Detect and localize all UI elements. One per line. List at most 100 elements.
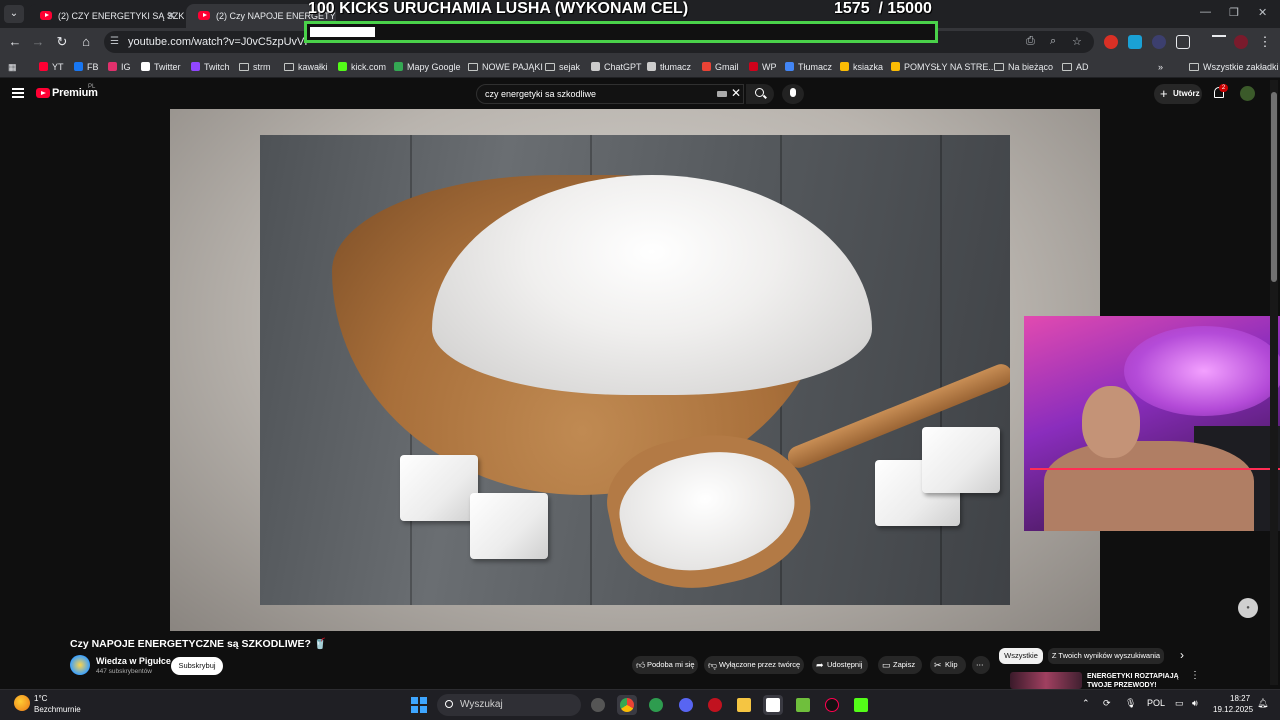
channel-avatar[interactable]	[70, 655, 90, 675]
bookmark-chatgpt[interactable]: ChatGPT	[591, 60, 642, 74]
chip-from-search[interactable]: Z Twoich wyników wyszukiwania	[1048, 648, 1164, 664]
bookmark-gmail[interactable]: Gmail	[702, 60, 739, 74]
search-input[interactable]: czy energetyki sa szkodliwe ✕	[476, 84, 744, 104]
network-icon[interactable]: ▭	[1175, 698, 1184, 709]
menu-dots-icon[interactable]: ⋮	[1256, 33, 1274, 51]
like-button[interactable]: 👍︎ Podoba mi się	[632, 656, 698, 674]
scrollbar-thumb[interactable]	[1271, 92, 1277, 282]
chip-all[interactable]: Wszystkie	[999, 648, 1043, 664]
taskbar-app-stack[interactable]	[793, 695, 813, 715]
bookmark-fb[interactable]: FB	[74, 60, 99, 74]
taskbar-app-copilot[interactable]	[588, 695, 608, 715]
clip-button[interactable]: ✂ Klip	[930, 656, 966, 674]
search-button[interactable]	[746, 84, 774, 104]
taskbar-app-discord[interactable]	[676, 695, 696, 715]
bookmark-ad[interactable]: AD	[1062, 60, 1089, 74]
bookmark-yt[interactable]: YT	[39, 60, 64, 74]
channel-name[interactable]: Wiedza w Pigułce	[96, 656, 171, 666]
weather-description: Bezchmurnie	[34, 705, 81, 714]
taskbar-app-chrome[interactable]	[617, 695, 637, 715]
webcam-overlay	[1024, 316, 1280, 531]
media-control-icon[interactable]	[1212, 35, 1226, 49]
microphone-tray-icon[interactable]: 🎙︎	[1125, 698, 1136, 709]
page-scrollbar[interactable]	[1270, 80, 1278, 685]
taskbar-app-explorer[interactable]	[734, 695, 754, 715]
youtube-logo-icon[interactable]	[36, 88, 50, 98]
account-avatar[interactable]	[1240, 86, 1255, 101]
sugar-cube	[922, 427, 1000, 493]
kick-icon	[338, 62, 347, 71]
recommended-menu-icon[interactable]: ⋮	[1190, 670, 1200, 681]
tab-energetyki[interactable]: (2) CZY ENERGETYKI SĄ SZKODL ✕	[28, 4, 184, 28]
maximize-icon[interactable]: ❐	[1229, 6, 1239, 19]
extension-translate-icon[interactable]	[1128, 35, 1142, 49]
close-icon[interactable]: ✕	[167, 4, 176, 28]
clock-date[interactable]: 19.12.2025	[1213, 705, 1253, 714]
recommended-thumbnail[interactable]	[1010, 672, 1082, 689]
clear-search-icon[interactable]: ✕	[731, 86, 741, 100]
bookmark-tlumacz-2[interactable]: Tłumacz	[785, 60, 832, 74]
taskbar-search[interactable]: Wyszukaj	[437, 694, 581, 716]
site-settings-icon[interactable]: ☰	[110, 36, 122, 48]
video-player[interactable]: ●	[0, 109, 1280, 631]
video-frame-sugar-bowl	[260, 135, 1010, 605]
bookmark-ig[interactable]: IG	[108, 60, 131, 74]
bookmark-kick[interactable]: kick.com	[338, 60, 386, 74]
bookmark-pomysly[interactable]: POMYSŁY NA STRE...	[891, 60, 996, 74]
dislike-button[interactable]: 👎︎ Wyłączone przez twórcę	[704, 656, 804, 674]
minimize-icon[interactable]: —	[1200, 6, 1211, 18]
tray-chevron-icon[interactable]: ⌃	[1082, 698, 1090, 709]
subscribe-button[interactable]: Subskrybuj	[171, 657, 223, 675]
reload-icon[interactable]: ↻	[53, 33, 71, 51]
bookmark-twitch[interactable]: Twitch	[191, 60, 230, 74]
bookmark-strm[interactable]: strm	[239, 60, 271, 74]
keyboard-icon[interactable]	[717, 91, 727, 97]
player-overlay-button[interactable]: ●	[1238, 598, 1258, 618]
install-icon[interactable]: ⎙	[1026, 35, 1035, 48]
notification-center-icon[interactable]: 🔔︎	[1257, 698, 1268, 709]
recommended-title[interactable]: ENERGETYKI ROZTAPIAJĄ TWOJE PRZEWODY!	[1087, 672, 1187, 690]
taskbar-app-shield[interactable]	[646, 695, 666, 715]
webcam-background	[1124, 326, 1280, 416]
tab-search-button[interactable]: ⌄	[4, 5, 24, 23]
bookmark-star-icon[interactable]: ☆	[1072, 35, 1082, 48]
all-bookmarks[interactable]: Wszystkie zakładki	[1189, 60, 1279, 74]
clock-time[interactable]: 18:27	[1230, 694, 1250, 703]
bookmark-sejak[interactable]: sejak	[545, 60, 580, 74]
taskbar-app-obs[interactable]	[763, 695, 783, 715]
hamburger-menu-icon[interactable]	[12, 88, 24, 98]
bookmark-kawalki[interactable]: kawałki	[284, 60, 328, 74]
taskbar-app-opera[interactable]	[705, 695, 725, 715]
bookmark-tlumacz-1[interactable]: tłumacz	[647, 60, 691, 74]
bookmark-maps[interactable]: Mapy Google	[394, 60, 461, 74]
taskbar-app-tiktok[interactable]	[822, 695, 842, 715]
voice-search-button[interactable]	[782, 84, 804, 104]
more-bookmarks-icon[interactable]: »	[1158, 60, 1163, 74]
volume-icon[interactable]: 🔊︎	[1192, 698, 1198, 709]
tray-app-icon[interactable]: ⟳	[1103, 698, 1111, 709]
weather-icon[interactable]	[14, 695, 30, 711]
forward-icon[interactable]: →	[29, 33, 47, 51]
save-button[interactable]: ▭ Zapisz	[878, 656, 922, 674]
profile-avatar[interactable]	[1234, 35, 1248, 49]
zoom-icon[interactable]: ⌕	[1050, 35, 1056, 48]
create-button[interactable]: + Utwórz	[1154, 84, 1202, 104]
bookmark-nowe-pajaki[interactable]: NOWE PAJĄKI	[468, 60, 543, 74]
taskbar-app-kick[interactable]	[851, 695, 871, 715]
bookmark-twitter[interactable]: Twitter	[141, 60, 181, 74]
extension-icon[interactable]	[1152, 35, 1166, 49]
apps-grid-icon[interactable]: ▦	[8, 60, 17, 74]
home-icon[interactable]: ⌂	[77, 33, 95, 51]
window-close-icon[interactable]: ✕	[1258, 6, 1267, 19]
language-indicator[interactable]: POL	[1147, 698, 1165, 708]
bookmark-na-biezaco[interactable]: Na bieżąco	[994, 60, 1053, 74]
more-actions-button[interactable]: ⋯	[972, 656, 990, 674]
chevron-right-icon[interactable]: ›	[1180, 648, 1184, 662]
extensions-puzzle-icon[interactable]	[1176, 35, 1190, 49]
bookmark-wp[interactable]: WP	[749, 60, 777, 74]
bookmark-ksiazka[interactable]: ksiazka	[840, 60, 883, 74]
back-icon[interactable]: ←	[6, 33, 24, 51]
share-button[interactable]: ➦ Udostępnij	[812, 656, 868, 674]
windows-start-icon[interactable]	[411, 697, 427, 713]
extension-record-icon[interactable]	[1104, 35, 1118, 49]
